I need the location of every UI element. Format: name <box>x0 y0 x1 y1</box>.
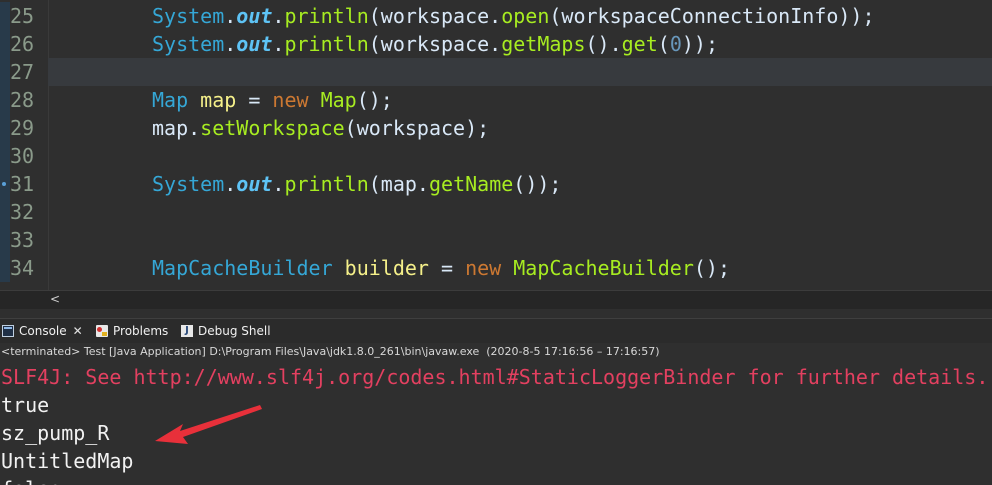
code-token: (workspace. <box>368 4 502 28</box>
code-token: getName <box>428 172 514 196</box>
code-token: (map. <box>368 172 429 196</box>
code-token: new <box>272 88 309 112</box>
tab-console[interactable]: Console ✕ <box>2 319 83 343</box>
tab-debug-shell[interactable]: J Debug Shell <box>181 319 271 343</box>
code-token: = <box>428 256 466 280</box>
tab-console-label: Console <box>19 324 67 338</box>
code-token: . <box>272 32 285 56</box>
code-token: open <box>501 4 550 28</box>
code-token: . <box>272 4 285 28</box>
horizontal-scrollbar[interactable]: < <box>0 290 992 309</box>
code-token: builder <box>344 256 429 280</box>
code-token: System <box>152 172 225 196</box>
code-token: println <box>284 32 369 56</box>
code-token: ( <box>657 32 670 56</box>
console-error-line: SLF4J: See http://www.slf4j.org/codes.ht… <box>1 365 989 389</box>
code-token: )); <box>681 32 718 56</box>
code-token: map <box>200 88 237 112</box>
code-token: out <box>236 172 273 196</box>
code-line-current[interactable] <box>48 58 992 86</box>
console-output-line: false <box>1 475 61 485</box>
line-number: 27 <box>10 60 35 84</box>
code-token: get <box>621 32 658 56</box>
code-token: . <box>272 172 285 196</box>
tab-debug-shell-label: Debug Shell <box>198 324 271 338</box>
code-token: out <box>236 4 273 28</box>
code-token: (workspaceConnectionInfo)); <box>549 4 875 28</box>
code-token: println <box>284 4 369 28</box>
code-token: . <box>224 172 237 196</box>
code-line[interactable]: MapCacheBuilder builder = new MapCacheBu… <box>48 254 992 282</box>
line-number: 34 <box>10 256 35 280</box>
code-line[interactable]: System.out.println(workspace.open(worksp… <box>48 2 992 30</box>
code-token: (); <box>693 256 731 280</box>
code-line[interactable] <box>48 226 992 254</box>
line-number: 32 <box>10 200 35 224</box>
close-icon[interactable]: ✕ <box>73 319 83 343</box>
code-token: System <box>152 32 225 56</box>
code-line[interactable]: map.setWorkspace(workspace); <box>48 114 992 142</box>
code-token: = <box>236 88 273 112</box>
line-number: 25 <box>10 4 35 28</box>
code-token: ()); <box>513 172 562 196</box>
code-token: . <box>224 32 237 56</box>
code-area[interactable]: System.out.println(workspace.open(worksp… <box>48 0 992 290</box>
console-output-line: sz_pump_R <box>1 421 110 445</box>
problems-icon <box>96 325 108 337</box>
line-number-gutter: 25 26 27 28 29 30 31 32 33 34 <box>0 0 49 290</box>
code-token: 0 <box>669 32 682 56</box>
code-token: setWorkspace <box>200 116 345 140</box>
code-token: (workspace. <box>368 32 502 56</box>
tab-problems-label: Problems <box>113 324 169 338</box>
code-token: . <box>224 4 237 28</box>
line-number: 30 <box>10 144 35 168</box>
console-output[interactable]: SLF4J: See http://www.slf4j.org/codes.ht… <box>0 362 992 485</box>
debug-shell-icon: J <box>181 325 193 337</box>
code-token: new <box>465 256 502 280</box>
console-icon <box>2 325 14 337</box>
code-token: System <box>152 4 225 28</box>
code-token: (workspace); <box>344 116 490 140</box>
code-line[interactable]: Map map = new Map(); <box>48 86 992 114</box>
code-token: MapCacheBuilder <box>513 256 694 280</box>
code-token: map. <box>152 116 201 140</box>
console-output-line: true <box>1 393 50 417</box>
code-token: Map <box>320 88 357 112</box>
code-token: MapCacheBuilder <box>152 256 333 280</box>
console-output-line: UntitledMap <box>1 449 134 473</box>
tab-problems[interactable]: Problems <box>96 319 168 343</box>
code-token: (). <box>585 32 622 56</box>
line-number: 28 <box>10 88 35 112</box>
annotation-arrow-icon <box>155 405 262 444</box>
line-number: 31 <box>10 172 35 196</box>
annotation-arrow-shape <box>155 405 262 444</box>
code-token: Map <box>152 88 189 112</box>
code-line[interactable]: System.out.println(map.getName()); <box>48 170 992 198</box>
code-token: out <box>236 32 273 56</box>
code-line[interactable]: System.out.println(workspace.getMaps().g… <box>48 30 992 58</box>
console-tab-bar: Console ✕ Problems J Debug Shell <box>0 318 992 343</box>
code-token: getMaps <box>501 32 586 56</box>
code-line[interactable] <box>48 142 992 170</box>
code-line[interactable] <box>48 198 992 226</box>
code-token: println <box>284 172 369 196</box>
process-status-line: <terminated> Test [Java Application] D:\… <box>0 343 992 360</box>
code-editor[interactable]: 25 26 27 28 29 30 31 32 33 34 System.out.println(… <box>0 0 992 290</box>
line-number: 29 <box>10 116 35 140</box>
line-number: 26 <box>10 32 35 56</box>
scroll-left-arrow-icon[interactable]: < <box>48 291 62 309</box>
code-token: (); <box>356 88 393 112</box>
line-number: 33 <box>10 228 35 252</box>
